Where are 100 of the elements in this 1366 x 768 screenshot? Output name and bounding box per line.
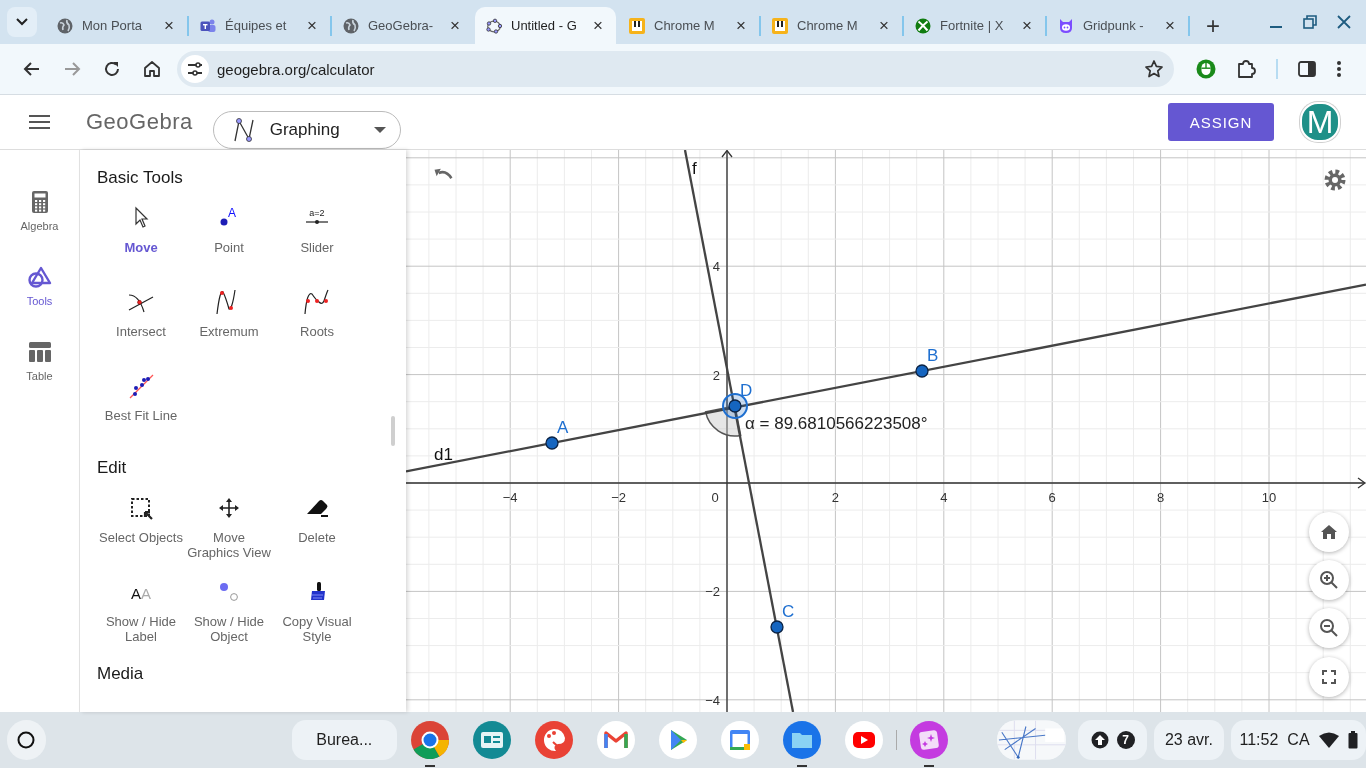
browser-tab[interactable]: Fortnite | X × [904, 7, 1045, 44]
scrollbar[interactable] [391, 416, 395, 446]
desk-button[interactable]: Burea... [291, 720, 397, 760]
tab-title: Chrome M [797, 18, 859, 33]
settings-button[interactable] [1323, 168, 1347, 192]
new-tab-button[interactable]: + [1202, 14, 1224, 38]
sidebar-item[interactable]: Table [9, 340, 70, 382]
tab-search-button[interactable] [7, 7, 37, 37]
tool-button[interactable]: Intersect [97, 286, 185, 354]
tool-button[interactable]: Roots [273, 286, 361, 354]
tool-button[interactable]: Show / Hide Object [185, 576, 273, 644]
sparkle-icon[interactable] [909, 720, 949, 760]
axis-label: 2 [712, 367, 720, 383]
angle-label: α = 89.6810566223508° [745, 414, 928, 433]
fullscreen-icon [1322, 670, 1336, 684]
tab-close-button[interactable]: × [590, 17, 606, 34]
wifi-icon [1318, 732, 1339, 748]
point[interactable] [545, 436, 559, 450]
app-picker-dropdown[interactable]: Graphing [212, 110, 401, 149]
notification-tray[interactable]: 7 [1078, 720, 1147, 760]
mouse-icon[interactable] [1196, 59, 1216, 79]
extensions-icon[interactable] [1236, 59, 1256, 79]
folder-icon[interactable] [782, 720, 822, 760]
axis-label: −2 [705, 584, 720, 600]
point-label: B [927, 346, 939, 365]
menu-icon[interactable] [29, 114, 50, 130]
restore-icon[interactable] [1302, 14, 1318, 30]
curve-icon [231, 116, 256, 143]
tool-button[interactable]: AA Show / Hide Label [97, 576, 185, 644]
status-tray[interactable]: 11:52 CA [1231, 720, 1366, 760]
date-button[interactable]: 23 avr. [1153, 720, 1225, 760]
team-icon [200, 17, 216, 34]
avatar[interactable]: M [1300, 102, 1340, 142]
browser-tab[interactable]: Chrome M × [618, 7, 759, 44]
tab-close-button[interactable]: × [1162, 17, 1178, 34]
launcher-button[interactable] [7, 720, 46, 760]
tool-button[interactable]: Delete [273, 492, 361, 560]
close-icon[interactable] [1336, 14, 1352, 30]
browser-tab[interactable]: Chrome M × [761, 7, 902, 44]
keyboard-layout: CA [1287, 731, 1310, 749]
launcher-icon [17, 731, 36, 749]
news-icon[interactable] [472, 720, 512, 760]
tab-title: Gridpunk - [1083, 18, 1145, 33]
line-label: f [692, 159, 697, 178]
back-icon[interactable] [23, 60, 41, 78]
axis-label: 8 [1157, 490, 1165, 505]
tool-button[interactable]: a=2 Slider [273, 202, 361, 270]
zoom-in-button[interactable] [1309, 560, 1349, 600]
tab-close-button[interactable]: × [304, 17, 320, 34]
tool-button[interactable]: Best Fit Line [97, 370, 185, 438]
browser-icon[interactable] [410, 720, 450, 760]
tool-button[interactable]: A Point [185, 202, 273, 270]
chevron-down-icon [16, 18, 28, 26]
home-icon[interactable] [143, 60, 161, 78]
axis-label: −4 [705, 692, 720, 708]
axis-label: 10 [1261, 490, 1277, 505]
more-icon[interactable] [1336, 60, 1342, 78]
tool-button[interactable]: Move [97, 202, 185, 270]
home-button[interactable] [1309, 512, 1349, 552]
browser-tab[interactable]: Équipes et × [189, 7, 330, 44]
tab-close-button[interactable]: × [733, 17, 749, 34]
ellipse-icon [486, 17, 502, 34]
point-label: A [557, 418, 569, 437]
undo-button[interactable] [434, 168, 453, 179]
tab-close-button[interactable]: × [161, 17, 177, 34]
play-icon[interactable] [658, 720, 698, 760]
axis-label: −2 [611, 490, 626, 505]
reload-icon[interactable] [103, 60, 121, 78]
tab-close-button[interactable]: × [1019, 17, 1035, 34]
zoom-out-button[interactable] [1309, 608, 1349, 648]
mail-icon[interactable] [596, 720, 636, 760]
bookmark-star-icon[interactable] [1144, 59, 1164, 79]
tool-button[interactable]: Copy Visual Style [273, 576, 361, 644]
sidebar-item[interactable]: Algebra [9, 190, 70, 232]
time-text: 11:52 [1239, 731, 1279, 749]
line[interactable] [406, 283, 1366, 473]
browser-tab[interactable]: Untitled - G × [475, 7, 616, 44]
assign-button[interactable]: ASSIGN [1168, 103, 1274, 141]
video-play-icon[interactable] [844, 720, 884, 760]
address-bar[interactable]: geogebra.org/calculator [177, 51, 1174, 87]
browser-tab[interactable]: Gridpunk - × [1047, 7, 1188, 44]
browser-tab[interactable]: Mon Porta × [46, 7, 187, 44]
browser-tab[interactable]: GeoGebra- × [332, 7, 473, 44]
calendar-icon[interactable] [720, 720, 760, 760]
axis-label: 6 [1048, 490, 1056, 505]
sidebar-item[interactable]: Tools [9, 265, 70, 307]
tab-close-button[interactable]: × [876, 17, 892, 34]
point[interactable] [915, 364, 929, 378]
tab-close-button[interactable]: × [447, 17, 463, 34]
label-icon: AA [125, 576, 157, 608]
site-settings-icon[interactable] [187, 62, 203, 76]
palette-icon[interactable] [534, 720, 574, 760]
tool-button[interactable]: Select Objects [97, 492, 185, 560]
fullscreen-button[interactable] [1309, 657, 1349, 697]
axis-label: −4 [502, 490, 518, 505]
tool-button[interactable]: Move Graphics View [185, 492, 273, 560]
tool-button[interactable]: Extremum [185, 286, 273, 354]
forward-icon[interactable] [63, 60, 81, 78]
point[interactable] [770, 620, 784, 634]
side-panel-icon[interactable] [1298, 60, 1316, 78]
